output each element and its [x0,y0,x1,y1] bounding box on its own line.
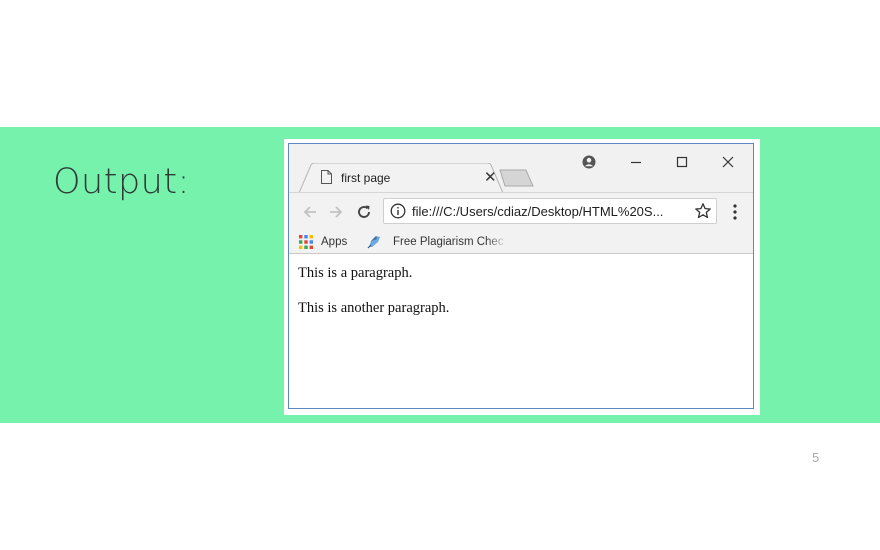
address-bar[interactable]: file:///C:/Users/cdiaz/Desktop/HTML%20S.… [383,198,717,224]
paragraph: This is a paragraph. [298,265,413,281]
bookmark-star-icon[interactable] [694,202,712,220]
forward-arrow-icon[interactable] [325,201,347,223]
bookmark-apps[interactable]: Apps [299,233,347,251]
bookmark-apps-label: Apps [321,236,348,248]
close-window-icon[interactable] [713,150,743,174]
info-icon[interactable] [390,203,406,219]
navigation-toolbar: file:///C:/Users/cdiaz/Desktop/HTML%20S.… [289,192,753,230]
bookmark-plagiarism-label: Free Plagiarism Chec [393,236,504,248]
maximize-icon[interactable] [667,150,697,174]
new-tab-button[interactable] [499,169,535,187]
paragraph: This is another paragraph. [298,300,450,316]
profile-icon[interactable] [574,150,604,174]
slide-heading: Output: [53,162,190,202]
bookmark-plagiarism-checker[interactable]: Free Plagiarism Chec [367,233,504,251]
bookmarks-bar: Apps Free Plagiarism Chec [289,230,753,254]
reload-icon[interactable] [353,201,375,223]
minimize-icon[interactable] [621,150,651,174]
browser-screenshot: first page ✕ file:///C:/Users/cdiaz/Desk… [284,139,760,415]
tab-title: first page [341,171,391,185]
back-arrow-icon[interactable] [299,201,321,223]
browser-window: first page ✕ file:///C:/Users/cdiaz/Desk… [288,143,754,409]
page-content: This is a paragraph. This is another par… [289,255,753,408]
plagiarism-checker-icon [367,236,380,249]
title-bar: first page ✕ [289,144,753,193]
page-icon [321,170,332,184]
more-menu-icon[interactable] [725,201,745,223]
apps-grid-icon [299,235,313,249]
tab-close-icon[interactable]: ✕ [484,168,497,186]
url-text[interactable]: file:///C:/Users/cdiaz/Desktop/HTML%20S.… [412,204,663,219]
page-number: 5 [812,450,820,465]
